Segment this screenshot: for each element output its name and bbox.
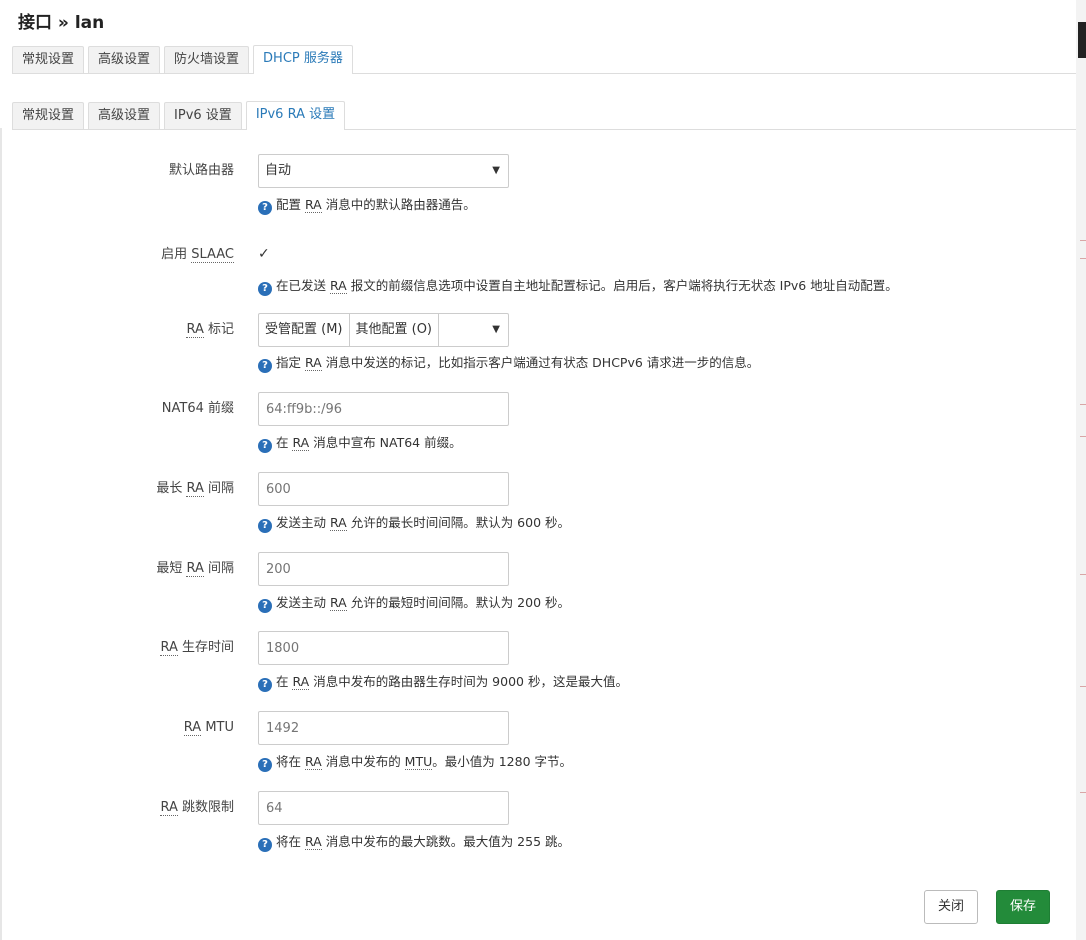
background-divider — [1080, 792, 1086, 793]
subtab-ipv6[interactable]: IPv6 设置 — [164, 102, 242, 129]
hop-limit-help: ? 将在 RA 消息中发布的最大跳数。最大值为 255 跳。 — [258, 831, 570, 852]
background-divider — [1080, 240, 1086, 241]
help-icon: ? — [258, 599, 272, 613]
max-interval-help: ? 发送主动 RA 允许的最长时间间隔。默认为 600 秒。 — [258, 512, 570, 533]
min-interval-input[interactable] — [258, 552, 509, 586]
chevron-down-icon: ▼ — [492, 165, 500, 176]
max-interval-input[interactable] — [258, 472, 509, 506]
ra-flags-multiselect[interactable]: 受管配置 (M) 其他配置 (O) ▼ — [258, 313, 509, 347]
background-scrollbar-thumb — [1078, 22, 1086, 58]
help-icon: ? — [258, 439, 272, 453]
nat64-label: NAT64 前缀 — [161, 401, 234, 416]
subtab-advanced[interactable]: 高级设置 — [88, 102, 161, 129]
help-icon: ? — [258, 359, 272, 373]
lifetime-help: ? 在 RA 消息中发布的路由器生存时间为 9000 秒，这是最大值。 — [258, 671, 628, 692]
ra-flags-label: RA 标记 — [186, 322, 234, 338]
background-scroll-rail — [1076, 0, 1086, 940]
dialog-frame: 接口 » lan 常规设置 高级设置 防火墙设置 DHCP 服务器 常规设置 高… — [0, 0, 1076, 940]
tab-general[interactable]: 常规设置 — [12, 46, 85, 73]
help-icon: ? — [258, 201, 272, 215]
hop-limit-input[interactable] — [258, 791, 509, 825]
min-interval-label: 最短 RA 间隔 — [156, 561, 234, 577]
left-edge-divider — [0, 128, 2, 940]
background-divider — [1080, 258, 1086, 259]
help-icon: ? — [258, 519, 272, 533]
min-interval-help: ? 发送主动 RA 允许的最短时间间隔。默认为 200 秒。 — [258, 592, 570, 613]
background-divider — [1080, 404, 1086, 405]
default-router-select[interactable]: 自动 ▼ — [258, 154, 509, 188]
default-router-label: 默认路由器 — [168, 163, 234, 178]
slaac-label: 启用 SLAAC — [161, 247, 234, 263]
mtu-input[interactable] — [258, 711, 509, 745]
help-icon: ? — [258, 838, 272, 852]
inner-tab-bar: 常规设置 高级设置 IPv6 设置 IPv6 RA 设置 — [12, 101, 1076, 130]
tab-advanced[interactable]: 高级设置 — [88, 46, 161, 73]
mtu-label: RA MTU — [183, 720, 234, 736]
help-icon: ? — [258, 678, 272, 692]
ra-flag-managed: 受管配置 (M) — [259, 314, 350, 346]
page-title: 接口 » lan — [18, 13, 105, 33]
background-divider — [1080, 436, 1086, 437]
ra-flags-help: ? 指定 RA 消息中发送的标记，比如指示客户端通过有状态 DHCPv6 请求进一… — [258, 352, 759, 373]
max-interval-label: 最长 RA 间隔 — [156, 481, 234, 497]
slaac-checkbox[interactable]: ✓ — [258, 247, 273, 262]
slaac-help: ? 在已发送 RA 报文的前缀信息选项中设置自主地址配置标记。启用后，客户端将执行… — [258, 275, 898, 296]
background-divider — [1080, 574, 1086, 575]
subtab-general[interactable]: 常规设置 — [12, 102, 85, 129]
nat64-help: ? 在 RA 消息中宣布 NAT64 前缀。 — [258, 432, 462, 453]
close-button[interactable]: 关闭 — [924, 890, 979, 924]
subtab-ipv6-ra[interactable]: IPv6 RA 设置 — [245, 101, 346, 130]
default-router-value: 自动 — [265, 163, 292, 178]
help-icon: ? — [258, 282, 272, 296]
ra-flag-other: 其他配置 (O) — [350, 314, 440, 346]
save-button[interactable]: 保存 — [996, 890, 1051, 924]
lifetime-label: RA 生存时间 — [160, 640, 234, 656]
tab-firewall[interactable]: 防火墙设置 — [164, 46, 250, 73]
outer-tab-bar: 常规设置 高级设置 防火墙设置 DHCP 服务器 — [12, 45, 1076, 74]
background-divider — [1080, 686, 1086, 687]
mtu-help: ? 将在 RA 消息中发布的 MTU。最小值为 1280 字节。 — [258, 751, 572, 772]
help-icon: ? — [258, 758, 272, 772]
tab-dhcp-server[interactable]: DHCP 服务器 — [253, 45, 353, 74]
default-router-help: ? 配置 RA 消息中的默认路由器通告。 — [258, 194, 476, 215]
hop-limit-label: RA 跳数限制 — [160, 800, 234, 816]
lifetime-input[interactable] — [258, 631, 509, 665]
nat64-prefix-input[interactable] — [258, 392, 509, 426]
chevron-down-icon: ▼ — [492, 324, 500, 335]
